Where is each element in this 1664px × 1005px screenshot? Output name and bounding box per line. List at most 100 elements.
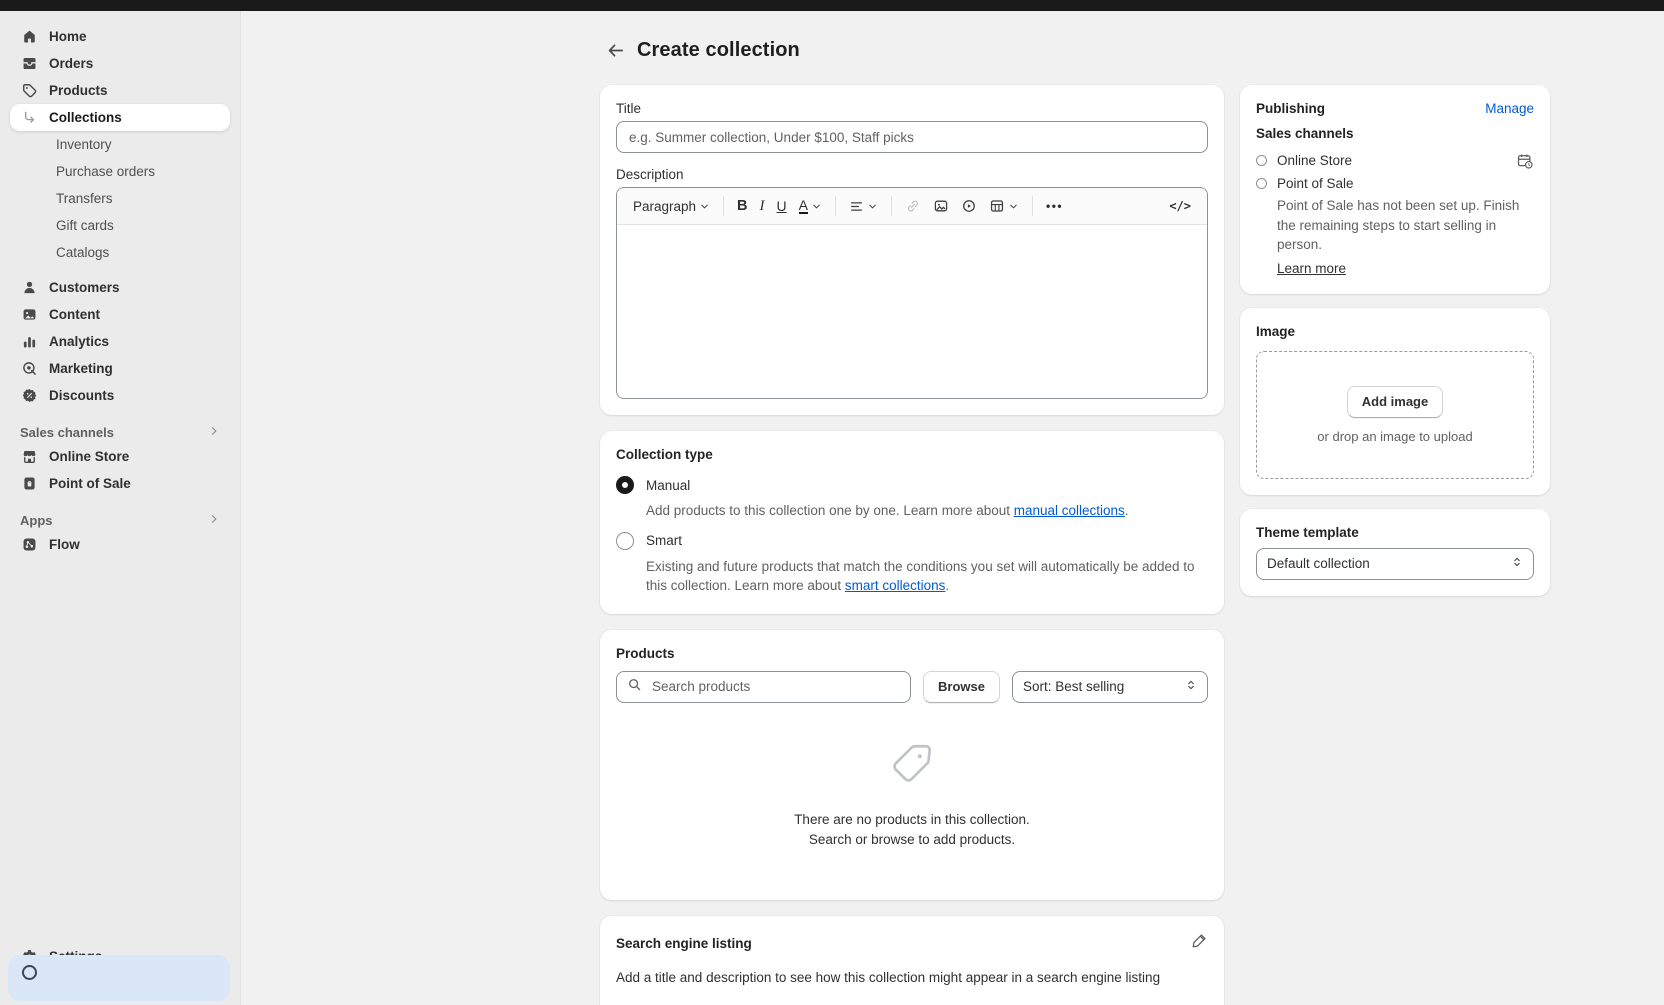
sidebar-item-purchase-orders[interactable]: Purchase orders	[10, 158, 230, 185]
title-input[interactable]	[616, 121, 1208, 153]
seo-heading: Search engine listing	[616, 936, 752, 951]
sidebar-item-label: Customers	[49, 280, 120, 295]
sidebar-item-customers[interactable]: Customers	[10, 274, 230, 301]
sub-arrow-icon	[20, 109, 39, 126]
sidebar-item-point-of-sale[interactable]: Point of Sale	[10, 470, 230, 497]
paragraph-style-dropdown[interactable]: Paragraph	[627, 192, 716, 220]
sidebar-section-sales-channels[interactable]: Sales channels	[10, 425, 230, 440]
italic-button[interactable]: I	[754, 192, 771, 220]
sales-channels-subheading: Sales channels	[1256, 126, 1534, 141]
sidebar-section-apps[interactable]: Apps	[10, 513, 230, 528]
search-products-input[interactable]	[650, 678, 900, 695]
edit-pencil-icon[interactable]	[1191, 932, 1208, 954]
browse-button[interactable]: Browse	[923, 671, 1000, 703]
sidebar-item-products[interactable]: Products	[10, 77, 230, 104]
more-formatting-button[interactable]: •••	[1040, 192, 1069, 220]
sidebar-item-catalogs[interactable]: Catalogs	[10, 239, 230, 266]
sidebar-item-label: Online Store	[49, 449, 129, 464]
sidebar-item-label: Point of Sale	[49, 476, 131, 491]
chevron-down-icon	[811, 201, 822, 212]
page-title: Create collection	[637, 39, 800, 62]
sort-select[interactable]: Sort: Best selling	[1012, 671, 1208, 703]
publishing-card: Publishing Manage Sales channels Online …	[1240, 85, 1550, 294]
sidebar-item-orders[interactable]: Orders	[10, 50, 230, 77]
paragraph-label: Paragraph	[633, 199, 696, 214]
text-color-button[interactable]: A	[793, 192, 828, 220]
insert-table-button[interactable]	[983, 192, 1025, 220]
product-search-box	[616, 671, 911, 703]
alignment-button[interactable]	[843, 192, 884, 220]
sidebar-item-label: Purchase orders	[56, 164, 155, 179]
chevron-down-icon	[699, 201, 710, 212]
editor-toolbar: Paragraph B I U A	[617, 188, 1207, 225]
image-icon	[933, 198, 949, 214]
analytics-icon	[20, 333, 39, 350]
app-frame: Home Orders Products Collections Invento…	[0, 11, 1664, 1005]
schedule-calendar-icon[interactable]	[1516, 152, 1534, 170]
sidebar: Home Orders Products Collections Invento…	[0, 11, 241, 1005]
code-view-button[interactable]: </>	[1163, 192, 1197, 220]
toolbar-divider	[723, 196, 724, 216]
description-textarea[interactable]	[617, 225, 1207, 398]
storefront-icon	[20, 448, 39, 465]
theme-template-card: Theme template Default collection	[1240, 509, 1550, 596]
radio-unselected-icon[interactable]	[616, 532, 634, 550]
chevron-right-icon	[208, 425, 220, 440]
discounts-icon	[20, 387, 39, 404]
sidebar-item-home[interactable]: Home	[10, 23, 230, 50]
manual-collections-link[interactable]: manual collections	[1014, 503, 1125, 518]
top-bar	[0, 0, 1664, 11]
sidebar-item-label: Inventory	[56, 137, 112, 152]
marketing-icon	[20, 360, 39, 377]
sidebar-item-content[interactable]: Content	[10, 301, 230, 328]
chevron-down-icon	[1008, 201, 1019, 212]
manual-radio-row[interactable]: Manual	[616, 475, 1208, 495]
bold-button[interactable]: B	[731, 192, 753, 220]
channel-label: Point of Sale	[1277, 176, 1354, 191]
sidebar-item-label: Home	[49, 29, 87, 44]
theme-template-select[interactable]: Default collection	[1256, 548, 1534, 580]
sidebar-item-gift-cards[interactable]: Gift cards	[10, 212, 230, 239]
sidebar-item-discounts[interactable]: Discounts	[10, 382, 230, 409]
sidebar-item-collections[interactable]: Collections	[10, 104, 230, 131]
insert-image-button[interactable]	[927, 192, 955, 220]
seo-card: Search engine listing Add a title and de…	[600, 916, 1224, 1005]
sidebar-bottom-pill[interactable]	[8, 955, 230, 1001]
back-button[interactable]	[601, 36, 629, 64]
sidebar-item-label: Discounts	[49, 388, 114, 403]
manage-link[interactable]: Manage	[1485, 101, 1534, 116]
empty-line-2: Search or browse to add products.	[794, 830, 1030, 850]
sidebar-item-label: Marketing	[49, 361, 113, 376]
chevron-right-icon	[208, 513, 220, 528]
underline-button[interactable]: U	[771, 192, 793, 220]
products-card: Products Browse Sort: Best selling	[600, 630, 1224, 901]
sidebar-item-label: Orders	[49, 56, 93, 71]
insert-video-button[interactable]	[955, 192, 983, 220]
toolbar-divider	[1032, 196, 1033, 216]
tag-icon	[20, 82, 39, 99]
sort-select-value: Sort: Best selling	[1023, 679, 1124, 694]
pos-setup-note: Point of Sale has not been set up. Finis…	[1277, 196, 1534, 255]
secondary-column: Publishing Manage Sales channels Online …	[1240, 85, 1550, 596]
learn-more-link[interactable]: Learn more	[1277, 261, 1346, 276]
sidebar-item-transfers[interactable]: Transfers	[10, 185, 230, 212]
image-dropzone[interactable]: Add image or drop an image to upload	[1256, 351, 1534, 479]
sidebar-item-marketing[interactable]: Marketing	[10, 355, 230, 382]
primary-column: Title Description Paragraph B I U	[600, 85, 1224, 1005]
title-label: Title	[616, 101, 1208, 116]
channel-row-point-of-sale: Point of Sale	[1256, 172, 1534, 195]
theme-template-value: Default collection	[1267, 556, 1370, 571]
add-image-button[interactable]: Add image	[1347, 386, 1443, 418]
smart-radio-row[interactable]: Smart	[616, 531, 1208, 551]
toolbar-divider	[835, 196, 836, 216]
sidebar-item-inventory[interactable]: Inventory	[10, 131, 230, 158]
text-color-glyph: A	[799, 198, 808, 215]
sidebar-item-analytics[interactable]: Analytics	[10, 328, 230, 355]
sidebar-item-label: Catalogs	[56, 245, 109, 260]
sidebar-item-label: Analytics	[49, 334, 109, 349]
sidebar-item-online-store[interactable]: Online Store	[10, 443, 230, 470]
sidebar-item-flow[interactable]: Flow	[10, 531, 230, 558]
smart-collections-link[interactable]: smart collections	[845, 578, 946, 593]
link-button[interactable]	[899, 192, 927, 220]
radio-selected-icon[interactable]	[616, 476, 634, 494]
